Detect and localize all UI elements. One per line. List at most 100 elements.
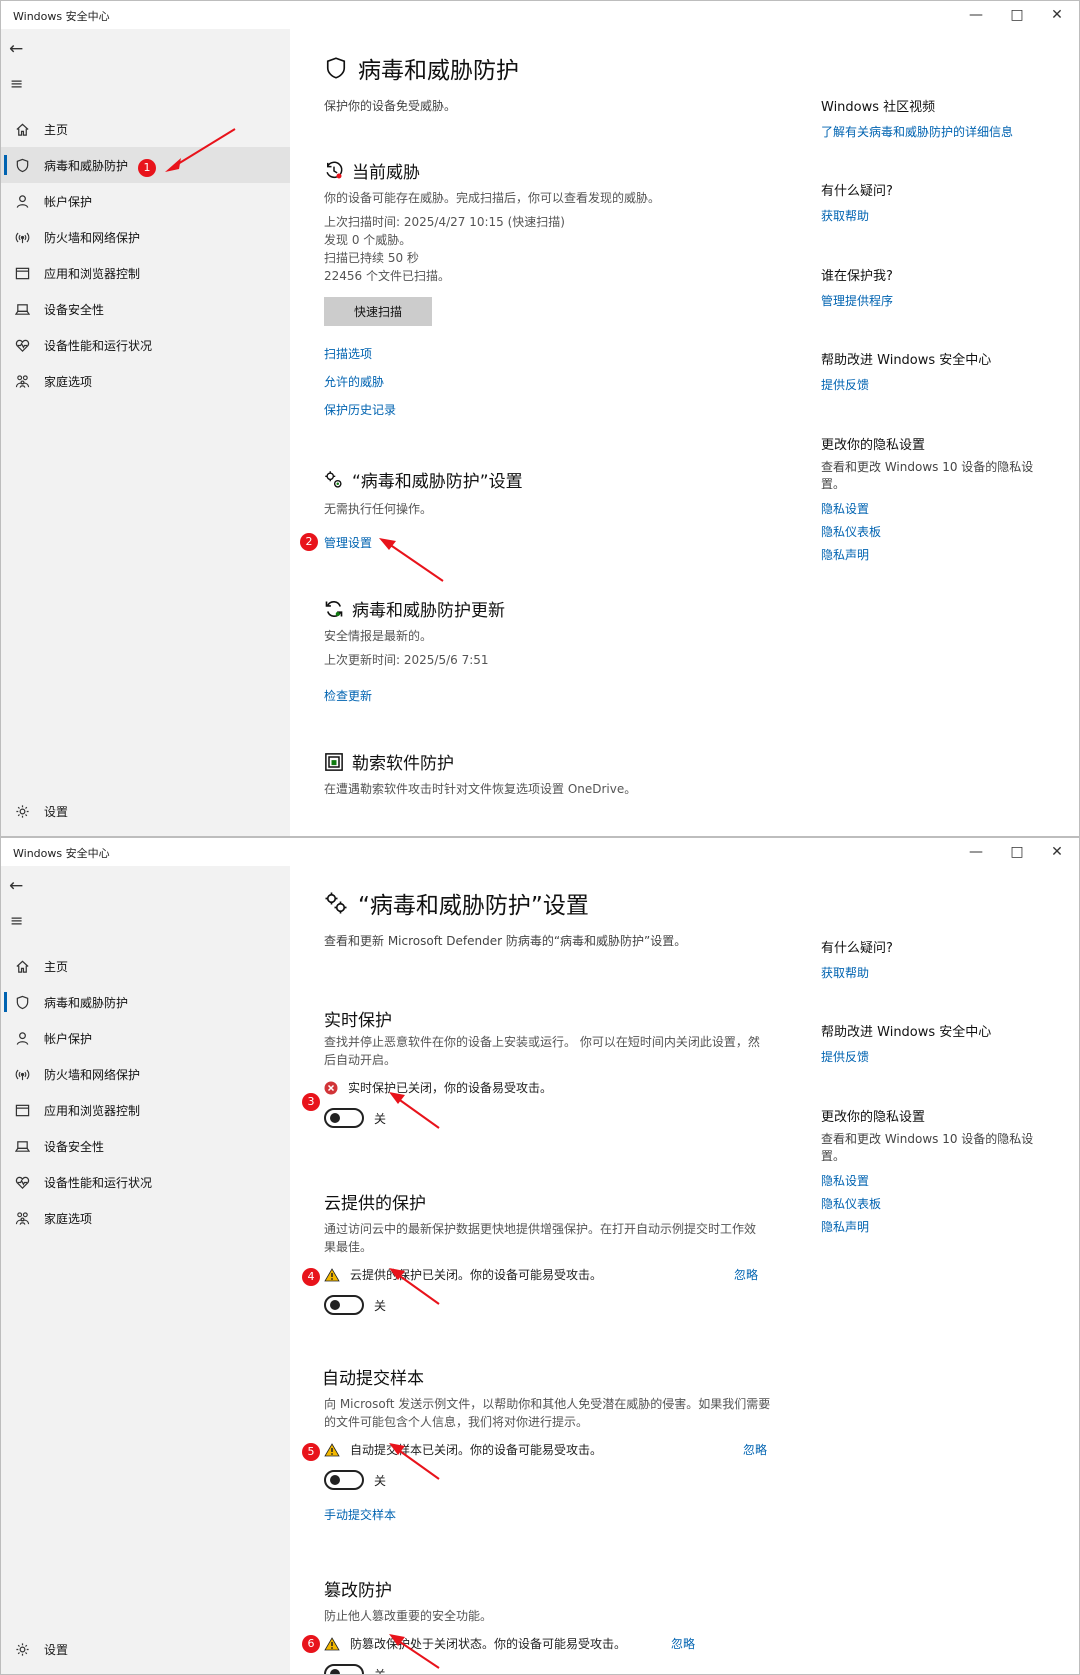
warning-icon bbox=[324, 1442, 340, 1456]
maximize-button[interactable]: □ bbox=[997, 840, 1037, 864]
person-icon bbox=[13, 192, 31, 210]
security-center-window-1: Windows 安全中心 — □ ✕ ← ≡ 主页 病毒和威胁防护 帐户保护 防… bbox=[0, 0, 1080, 837]
annotation-arrow-1 bbox=[165, 128, 236, 172]
browser-window-icon bbox=[13, 264, 31, 282]
heart-icon bbox=[13, 336, 31, 354]
close-button[interactable]: ✕ bbox=[1037, 840, 1077, 864]
give-feedback-link[interactable]: 提供反馈 bbox=[821, 1046, 1056, 1069]
privacy-settings-link[interactable]: 隐私设置 bbox=[821, 498, 1056, 521]
vtp-settings-title: “病毒和威胁防护”设置 bbox=[352, 472, 523, 492]
sidebar-item-app-browser[interactable]: 应用和浏览器控制 bbox=[1, 1092, 290, 1128]
sample-toggle-label: 关 bbox=[374, 1473, 387, 1488]
back-arrow-icon[interactable]: ← bbox=[9, 37, 33, 61]
realtime-desc: 查找并停止恶意软件在你的设备上安装或运行。 你可以在短时间内关闭此设置，然后自动… bbox=[324, 1035, 760, 1067]
sidebar: ← ≡ 主页 病毒和威胁防护 帐户保护 防火墙和网络保护 应用和浏览器控制 设备… bbox=[1, 866, 290, 1674]
hamburger-menu-icon[interactable]: ≡ bbox=[10, 73, 32, 95]
cloud-toggle[interactable] bbox=[324, 1295, 364, 1315]
manage-providers-link[interactable]: 管理提供程序 bbox=[821, 290, 1056, 313]
give-feedback-link[interactable]: 提供反馈 bbox=[821, 374, 1056, 397]
sidebar-item-device-health[interactable]: 设备性能和运行状况 bbox=[1, 1164, 290, 1200]
sidebar-item-label: 家庭选项 bbox=[44, 1211, 93, 1226]
scan-options-link[interactable]: 扫描选项 bbox=[324, 340, 804, 368]
minimize-button[interactable]: — bbox=[956, 3, 996, 27]
cloud-dismiss-link[interactable]: 忽略 bbox=[734, 1266, 758, 1283]
sidebar-item-device-health[interactable]: 设备性能和运行状况 bbox=[1, 327, 290, 363]
sidebar-item-home[interactable]: 主页 bbox=[1, 111, 290, 147]
improve-title: 帮助改进 Windows 安全中心 bbox=[821, 353, 992, 368]
protection-history-link[interactable]: 保护历史记录 bbox=[324, 396, 804, 424]
privacy-dashboard-link[interactable]: 隐私仪表板 bbox=[821, 1193, 1056, 1216]
tamper-toggle[interactable] bbox=[324, 1664, 364, 1674]
sidebar-item-app-browser[interactable]: 应用和浏览器控制 bbox=[1, 255, 290, 291]
title-bar: Windows 安全中心 — □ ✕ bbox=[1, 1, 1079, 29]
annotation-arrow-2 bbox=[379, 538, 444, 582]
check-updates-link[interactable]: 检查更新 bbox=[324, 687, 804, 704]
sidebar-item-family[interactable]: 家庭选项 bbox=[1, 363, 290, 399]
quick-scan-button[interactable]: 快速扫描 bbox=[324, 297, 432, 326]
nav-list: 主页 病毒和威胁防护 帐户保护 防火墙和网络保护 应用和浏览器控制 设备安全性 … bbox=[1, 948, 290, 1236]
privacy-settings-link[interactable]: 隐私设置 bbox=[821, 1170, 1056, 1193]
maximize-button[interactable]: □ bbox=[997, 3, 1037, 27]
last-update-text: 上次更新时间: 2025/5/6 7:51 bbox=[324, 653, 489, 667]
sidebar-item-account[interactable]: 帐户保护 bbox=[1, 183, 290, 219]
get-help-link[interactable]: 获取帮助 bbox=[821, 962, 1056, 985]
manual-submit-link[interactable]: 手动提交样本 bbox=[322, 1506, 772, 1523]
privacy-statement-link[interactable]: 隐私声明 bbox=[821, 1216, 1056, 1239]
annotation-arrow-5 bbox=[389, 1443, 440, 1480]
annotation-badge-3: 3 bbox=[302, 1093, 320, 1111]
tamper-desc: 防止他人篡改重要的安全功能。 bbox=[324, 1609, 493, 1623]
sidebar-item-device-security[interactable]: 设备安全性 bbox=[1, 1128, 290, 1164]
tamper-dismiss-link[interactable]: 忽略 bbox=[671, 1635, 695, 1652]
security-center-window-2: Windows 安全中心 — □ ✕ ← ≡ 主页 病毒和威胁防护 帐户保护 防… bbox=[0, 837, 1080, 1675]
shield-icon bbox=[326, 57, 346, 79]
improve-title: 帮助改进 Windows 安全中心 bbox=[821, 1025, 992, 1040]
sidebar-item-settings[interactable]: 设置 bbox=[1, 1634, 290, 1664]
close-button[interactable]: ✕ bbox=[1037, 3, 1077, 27]
sidebar-item-virus-protection[interactable]: 病毒和威胁防护 bbox=[1, 984, 290, 1020]
annotation-badge-6: 6 bbox=[302, 1635, 320, 1653]
sidebar-item-device-security[interactable]: 设备安全性 bbox=[1, 291, 290, 327]
wifi-icon bbox=[13, 1065, 31, 1083]
sidebar-item-label: 主页 bbox=[44, 122, 69, 137]
home-icon bbox=[13, 120, 31, 138]
sidebar-item-account[interactable]: 帐户保护 bbox=[1, 1020, 290, 1056]
annotation-badge-1: 1 bbox=[138, 159, 156, 177]
sample-dismiss-link[interactable]: 忽略 bbox=[743, 1441, 767, 1458]
sidebar-item-settings[interactable]: 设置 bbox=[1, 796, 290, 826]
settings-label: 设置 bbox=[44, 1642, 69, 1657]
sample-toggle[interactable] bbox=[324, 1470, 364, 1490]
questions-title: 有什么疑问? bbox=[821, 941, 893, 956]
sample-title: 自动提交样本 bbox=[322, 1369, 424, 1389]
last-scan-text: 上次扫描时间: 2025/4/27 10:15 (快速扫描) bbox=[324, 215, 565, 229]
side-panel: 有什么疑问? 获取帮助 帮助改进 Windows 安全中心 提供反馈 更改你的隐… bbox=[821, 866, 1056, 1666]
hamburger-menu-icon[interactable]: ≡ bbox=[10, 910, 32, 932]
annotation-badge-5: 5 bbox=[302, 1443, 320, 1461]
privacy-statement-link[interactable]: 隐私声明 bbox=[821, 544, 1056, 567]
gears-icon bbox=[325, 470, 342, 488]
realtime-toggle[interactable] bbox=[324, 1108, 364, 1128]
gear-icon bbox=[13, 802, 31, 820]
allowed-threats-link[interactable]: 允许的威胁 bbox=[324, 368, 804, 396]
gear-icon bbox=[13, 1640, 31, 1658]
sidebar-item-home[interactable]: 主页 bbox=[1, 948, 290, 984]
history-clock-icon bbox=[326, 161, 343, 178]
minimize-button[interactable]: — bbox=[956, 840, 996, 864]
sidebar-item-firewall[interactable]: 防火墙和网络保护 bbox=[1, 1056, 290, 1092]
get-help-link[interactable]: 获取帮助 bbox=[821, 205, 1056, 228]
sidebar-item-firewall[interactable]: 防火墙和网络保护 bbox=[1, 219, 290, 255]
cloud-desc: 通过访问云中的最新保护数据更快地提供增强保护。在打开自动示例提交时工作效果最佳。 bbox=[324, 1222, 757, 1254]
ransomware-desc: 在遭遇勒索软件攻击时针对文件恢复选项设置 OneDrive。 bbox=[324, 782, 637, 796]
app-title: Windows 安全中心 bbox=[13, 10, 110, 23]
page-title: 病毒和威胁防护 bbox=[324, 51, 519, 85]
toggle-knob bbox=[330, 1669, 340, 1674]
learn-more-link[interactable]: 了解有关病毒和威胁防护的详细信息 bbox=[821, 121, 1056, 144]
privacy-dashboard-link[interactable]: 隐私仪表板 bbox=[821, 521, 1056, 544]
tamper-toggle-label: 关 bbox=[374, 1667, 387, 1675]
privacy-block: 更改你的隐私设置 查看和更改 Windows 10 设备的隐私设置。 隐私设置 … bbox=[821, 434, 1056, 567]
who-protects-block: 谁在保护我? 管理提供程序 bbox=[821, 265, 1056, 313]
sidebar-item-family[interactable]: 家庭选项 bbox=[1, 1200, 290, 1236]
back-arrow-icon[interactable]: ← bbox=[9, 874, 33, 898]
annotation-badge-4: 4 bbox=[302, 1268, 320, 1286]
annotation-badge-2: 2 bbox=[300, 533, 318, 551]
sidebar-item-label: 设备性能和运行状况 bbox=[44, 338, 153, 353]
